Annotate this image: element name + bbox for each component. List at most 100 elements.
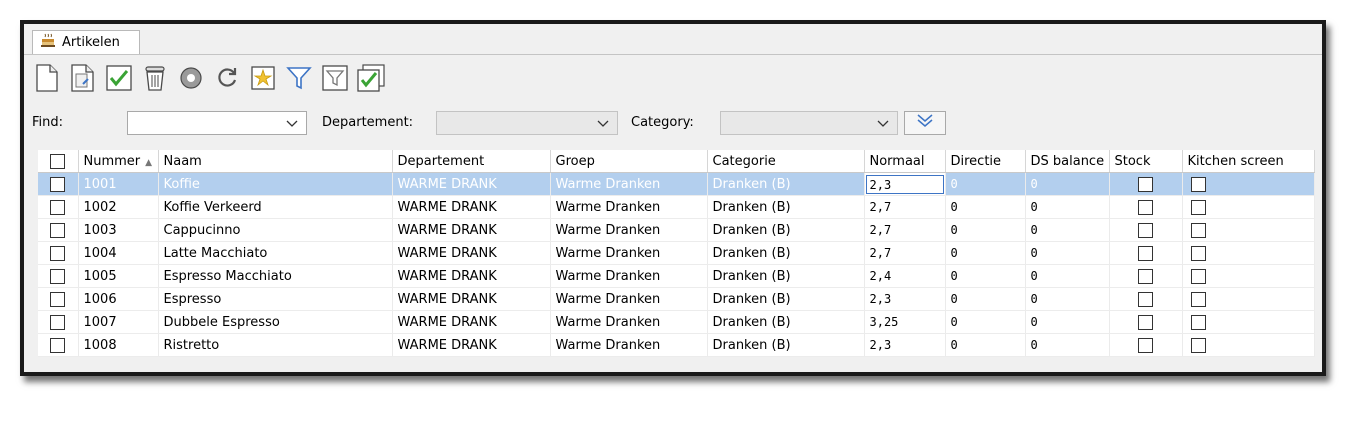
table-row[interactable]: 1005 Espresso Macchiato WARME DRANK Warm… xyxy=(38,264,1315,288)
row-select-checkbox[interactable] xyxy=(50,314,66,330)
cell-nummer[interactable]: 1003 xyxy=(78,218,159,242)
cell-groep[interactable]: Warme Dranken xyxy=(550,172,708,196)
kitchen-screen-checkbox[interactable] xyxy=(1190,176,1206,192)
table-row[interactable]: 1003 Cappucinno WARME DRANK Warme Dranke… xyxy=(38,218,1315,242)
cell-groep[interactable]: Warme Dranken xyxy=(550,218,708,242)
cell-nummer[interactable]: 1008 xyxy=(78,333,159,357)
stock-checkbox[interactable] xyxy=(1138,314,1153,330)
cell-categorie[interactable]: Dranken (B) xyxy=(707,241,865,265)
column-header-naam[interactable]: Naam xyxy=(158,150,393,173)
cell-naam[interactable]: Espresso Macchiato xyxy=(158,264,393,288)
cell-nummer[interactable]: 1006 xyxy=(78,287,159,311)
cell-directie[interactable]: 0 xyxy=(945,287,1026,311)
stock-checkbox[interactable] xyxy=(1138,199,1153,215)
cell-groep[interactable]: Warme Dranken xyxy=(550,310,708,334)
cell-groep[interactable]: Warme Dranken xyxy=(550,264,708,288)
filter-box-button[interactable] xyxy=(320,63,350,97)
reset-button[interactable] xyxy=(176,63,206,97)
cell-groep[interactable]: Warme Dranken xyxy=(550,241,708,265)
cell-categorie[interactable]: Dranken (B) xyxy=(707,195,865,219)
stock-checkbox[interactable] xyxy=(1138,222,1153,238)
cell-normaal[interactable]: 2,3 xyxy=(864,172,946,196)
favorite-button[interactable] xyxy=(248,63,278,97)
cell-naam[interactable]: Cappucinno xyxy=(158,218,393,242)
cell-departement[interactable]: WARME DRANK xyxy=(392,218,551,242)
cell-ds-balance[interactable]: 0 xyxy=(1025,310,1110,334)
cell-nummer[interactable]: 1002 xyxy=(78,195,159,219)
column-header-kitchen-screen[interactable]: Kitchen screen xyxy=(1182,150,1315,173)
column-header-groep[interactable]: Groep xyxy=(550,150,708,173)
cell-directie[interactable]: 0 xyxy=(945,195,1026,219)
cell-normaal[interactable]: 2,4 xyxy=(864,264,946,288)
cell-departement[interactable]: WARME DRANK xyxy=(392,172,551,196)
cell-nummer[interactable]: 1007 xyxy=(78,310,159,334)
kitchen-screen-checkbox[interactable] xyxy=(1190,337,1206,353)
row-select-checkbox[interactable] xyxy=(50,222,66,238)
select-all-checkbox[interactable] xyxy=(50,153,66,169)
cell-normaal[interactable]: 2,7 xyxy=(864,195,946,219)
confirm-button[interactable] xyxy=(104,63,134,97)
cell-naam[interactable]: Koffie Verkeerd xyxy=(158,195,393,219)
cell-normaal[interactable]: 2,3 xyxy=(864,333,946,357)
refresh-button[interactable] xyxy=(212,63,242,97)
cell-departement[interactable]: WARME DRANK xyxy=(392,241,551,265)
cell-naam[interactable]: Espresso xyxy=(158,287,393,311)
cell-categorie[interactable]: Dranken (B) xyxy=(707,287,865,311)
cell-categorie[interactable]: Dranken (B) xyxy=(707,264,865,288)
cell-directie[interactable]: 0 xyxy=(945,241,1026,265)
column-header-departement[interactable]: Departement xyxy=(392,150,551,173)
filter-button[interactable] xyxy=(284,63,314,97)
new-document-button[interactable] xyxy=(32,63,62,97)
kitchen-screen-checkbox[interactable] xyxy=(1190,222,1206,238)
stock-checkbox[interactable] xyxy=(1138,268,1153,284)
cell-ds-balance[interactable]: 0 xyxy=(1025,264,1110,288)
cell-normaal[interactable]: 2,7 xyxy=(864,241,946,265)
multi-check-button[interactable] xyxy=(356,63,386,97)
cell-normaal[interactable]: 2,7 xyxy=(864,218,946,242)
category-combobox[interactable] xyxy=(720,111,898,135)
cell-departement[interactable]: WARME DRANK xyxy=(392,195,551,219)
table-row[interactable]: 1006 Espresso WARME DRANK Warme Dranken … xyxy=(38,287,1315,311)
cell-departement[interactable]: WARME DRANK xyxy=(392,264,551,288)
row-select-checkbox[interactable] xyxy=(50,268,66,284)
normaal-edit-field[interactable]: 2,3 xyxy=(865,174,944,194)
cell-nummer[interactable]: 1004 xyxy=(78,241,159,265)
column-header-categorie[interactable]: Categorie xyxy=(707,150,865,173)
departement-combobox[interactable] xyxy=(436,111,618,135)
cell-groep[interactable]: Warme Dranken xyxy=(550,333,708,357)
cell-directie[interactable]: 0 xyxy=(945,310,1026,334)
column-header-nummer[interactable]: Nummer ▲ xyxy=(78,150,159,173)
cell-ds-balance[interactable]: 0 xyxy=(1025,195,1110,219)
stock-checkbox[interactable] xyxy=(1138,176,1153,192)
find-combobox[interactable] xyxy=(127,111,307,135)
cell-naam[interactable]: Dubbele Espresso xyxy=(158,310,393,334)
column-header-ds-balance[interactable]: DS balance xyxy=(1025,150,1110,173)
expand-filters-button[interactable] xyxy=(904,111,946,135)
cell-directie[interactable]: 0 xyxy=(945,264,1026,288)
cell-ds-balance[interactable]: 0 xyxy=(1025,333,1110,357)
cell-directie[interactable]: 0 xyxy=(945,218,1026,242)
cell-groep[interactable]: Warme Dranken xyxy=(550,287,708,311)
delete-button[interactable] xyxy=(140,63,170,97)
cell-categorie[interactable]: Dranken (B) xyxy=(707,218,865,242)
cell-nummer[interactable]: 1005 xyxy=(78,264,159,288)
table-row[interactable]: 1001 Koffie WARME DRANK Warme Dranken Dr… xyxy=(38,172,1315,196)
row-select-checkbox[interactable] xyxy=(50,291,66,307)
cell-groep[interactable]: Warme Dranken xyxy=(550,195,708,219)
row-select-checkbox[interactable] xyxy=(50,245,66,261)
table-row[interactable]: 1007 Dubbele Espresso WARME DRANK Warme … xyxy=(38,310,1315,334)
column-header-directie[interactable]: Directie xyxy=(945,150,1026,173)
table-row[interactable]: 1002 Koffie Verkeerd WARME DRANK Warme D… xyxy=(38,195,1315,219)
column-header-normaal[interactable]: Normaal xyxy=(864,150,946,173)
column-header-stock[interactable]: Stock xyxy=(1109,150,1183,173)
cell-normaal[interactable]: 3,25 xyxy=(864,310,946,334)
stock-checkbox[interactable] xyxy=(1138,291,1153,307)
kitchen-screen-checkbox[interactable] xyxy=(1190,314,1206,330)
cell-ds-balance[interactable]: 0 xyxy=(1025,241,1110,265)
cell-ds-balance[interactable]: 0 xyxy=(1025,287,1110,311)
kitchen-screen-checkbox[interactable] xyxy=(1190,245,1206,261)
cell-departement[interactable]: WARME DRANK xyxy=(392,333,551,357)
table-row[interactable]: 1008 Ristretto WARME DRANK Warme Dranken… xyxy=(38,333,1315,357)
stock-checkbox[interactable] xyxy=(1138,337,1153,353)
kitchen-screen-checkbox[interactable] xyxy=(1190,268,1206,284)
